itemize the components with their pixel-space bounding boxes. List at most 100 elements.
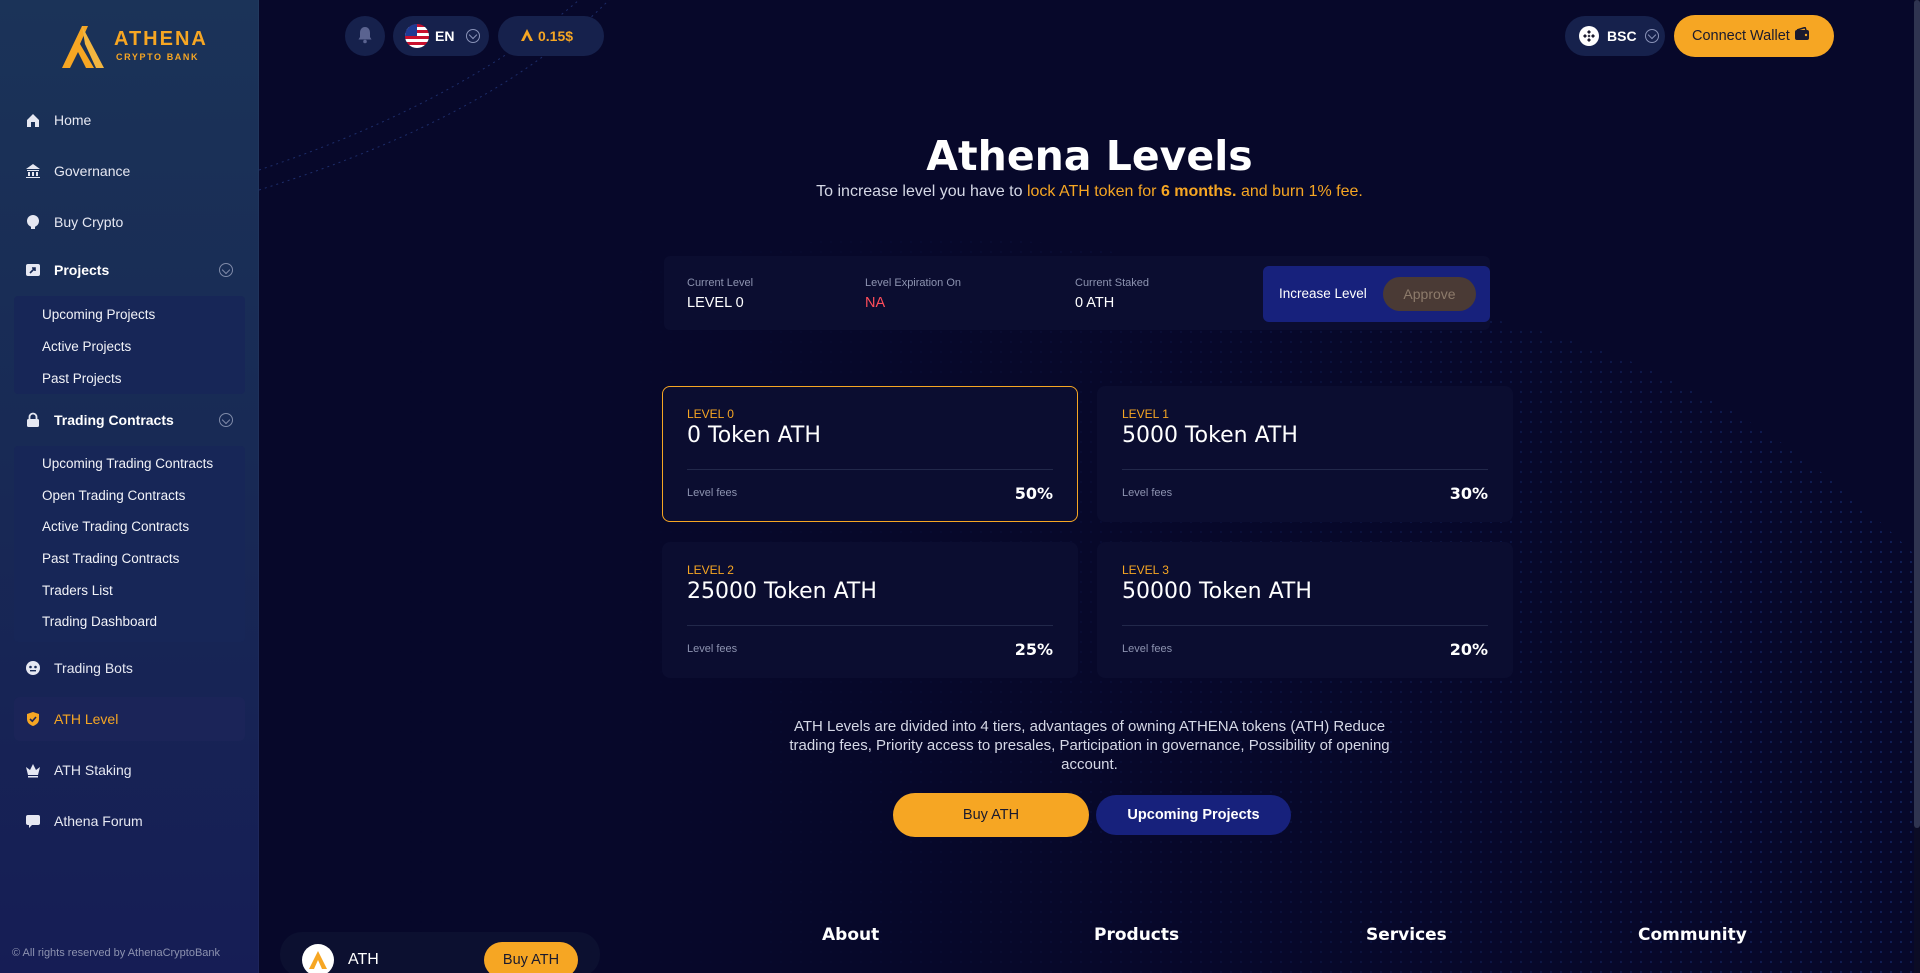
submenu-past-trading-contracts[interactable]: Past Trading Contracts	[42, 551, 179, 566]
connect-wallet-button[interactable]: Connect Wallet	[1674, 15, 1834, 57]
divider	[1122, 469, 1488, 470]
sidebar-item-label: Athena Forum	[54, 813, 143, 829]
level-tokens: 5000 Token ATH	[1122, 423, 1298, 448]
level-fee-label: Level fees	[1122, 487, 1173, 499]
athena-token-icon	[520, 28, 534, 44]
buy-ath-button[interactable]: Buy ATH	[893, 793, 1089, 837]
level-fee-value: 30%	[1449, 484, 1488, 503]
expiration-label: Level Expiration On	[865, 277, 961, 289]
shield-check-icon	[24, 710, 42, 728]
notifications-button[interactable]	[345, 16, 385, 56]
chevron-down-icon[interactable]	[219, 413, 233, 427]
levels-info: ATH Levels are divided into 4 tiers, adv…	[259, 717, 1920, 774]
approve-button[interactable]: Approve	[1383, 277, 1476, 311]
sidebar: ATHENA CRYPTO BANK Home Governance Buy C…	[0, 0, 259, 973]
brand-tagline: CRYPTO BANK	[116, 52, 200, 62]
sidebar-item-label: ATH Level	[54, 711, 119, 727]
bot-icon	[24, 659, 42, 677]
page-title: Athena Levels	[926, 132, 1253, 180]
ath-token-logo-icon	[302, 944, 334, 973]
chat-icon	[24, 812, 42, 830]
language-selector[interactable]: EN	[393, 16, 489, 56]
wallet-icon	[1794, 26, 1810, 45]
footer-heading-about: About	[822, 925, 880, 945]
submenu-upcoming-trading-contracts[interactable]: Upcoming Trading Contracts	[42, 456, 213, 471]
level-fee-label: Level fees	[1122, 643, 1173, 655]
submenu-active-trading-contracts[interactable]: Active Trading Contracts	[42, 519, 189, 534]
level-card[interactable]: LEVEL 0 0 Token ATH Level fees 50%	[662, 386, 1078, 522]
upcoming-projects-button[interactable]: Upcoming Projects	[1096, 795, 1291, 835]
current-staked-label: Current Staked	[1075, 277, 1149, 289]
app-root: ATHENA CRYPTO BANK Home Governance Buy C…	[0, 0, 1920, 973]
sidebar-item-governance[interactable]: Governance	[14, 149, 245, 193]
current-staked-value: 0 ATH	[1075, 295, 1115, 311]
scrollbar-thumb[interactable]	[1914, 0, 1920, 828]
network-label: BSC	[1607, 28, 1637, 44]
submenu-past-projects[interactable]: Past Projects	[42, 371, 122, 386]
sidebar-item-label: Projects	[54, 262, 110, 278]
submenu-upcoming-projects[interactable]: Upcoming Projects	[42, 307, 155, 322]
sidebar-item-buy-crypto[interactable]: Buy Crypto	[14, 200, 245, 244]
sidebar-item-label: Trading Contracts	[54, 412, 174, 428]
level-fee-value: 20%	[1449, 640, 1488, 659]
sidebar-item-athena-forum[interactable]: Athena Forum	[14, 799, 245, 843]
crown-icon	[24, 761, 42, 779]
expiration-value: NA	[865, 295, 886, 311]
level-card[interactable]: LEVEL 3 50000 Token ATH Level fees 20%	[1097, 542, 1513, 678]
subtitle-period: 6 months.	[1160, 183, 1237, 200]
level-fee-label: Level fees	[687, 643, 738, 655]
us-flag-icon	[405, 24, 429, 48]
chevron-down-icon	[1644, 29, 1659, 43]
chevron-down-icon	[466, 29, 481, 43]
submenu-active-projects[interactable]: Active Projects	[42, 339, 131, 354]
level-name: LEVEL 1	[1122, 407, 1169, 421]
chevron-down-icon[interactable]	[219, 263, 233, 277]
level-tokens: 25000 Token ATH	[687, 579, 877, 604]
submenu-trading-dashboard[interactable]: Trading Dashboard	[42, 614, 157, 629]
level-fee-value: 25%	[1014, 640, 1053, 659]
ath-token-widget: ATH Buy ATH	[280, 932, 600, 973]
footer-heading-products: Products	[1094, 925, 1180, 945]
sidebar-item-projects[interactable]: Projects	[14, 248, 245, 292]
brand-logo[interactable]: ATHENA CRYPTO BANK	[58, 22, 208, 72]
divider	[687, 469, 1053, 470]
sidebar-item-trading-contracts[interactable]: Trading Contracts	[14, 398, 245, 442]
subtitle-burn: and burn 1% fee.	[1240, 183, 1363, 200]
subtitle-lock: lock ATH token for	[1026, 183, 1157, 200]
projects-submenu: Upcoming Projects Active Projects Past P…	[14, 296, 245, 394]
sidebar-item-trading-bots[interactable]: Trading Bots	[14, 646, 245, 690]
sidebar-item-home[interactable]: Home	[14, 98, 245, 142]
level-name: LEVEL 2	[687, 563, 734, 577]
projects-icon	[24, 261, 42, 279]
bell-icon	[357, 26, 373, 47]
sidebar-item-label: Home	[54, 112, 92, 128]
level-card[interactable]: LEVEL 2 25000 Token ATH Level fees 25%	[662, 542, 1078, 678]
network-selector[interactable]: BSC	[1565, 16, 1665, 56]
level-name: LEVEL 0	[687, 407, 734, 421]
scrollbar-track[interactable]	[1914, 0, 1920, 973]
sidebar-item-ath-level[interactable]: ATH Level	[14, 697, 245, 741]
submenu-traders-list[interactable]: Traders List	[42, 583, 113, 598]
token-price[interactable]: 0.15$	[498, 16, 604, 56]
footer-heading-community: Community	[1638, 925, 1747, 945]
submenu-open-trading-contracts[interactable]: Open Trading Contracts	[42, 488, 185, 503]
level-tokens: 50000 Token ATH	[1122, 579, 1312, 604]
increase-level-box: Increase Level Approve	[1263, 266, 1490, 322]
sidebar-item-label: Governance	[54, 163, 131, 179]
footer-buy-ath-button[interactable]: Buy ATH	[484, 942, 578, 973]
brand-name: ATHENA	[114, 28, 208, 50]
levels-info-text: ATH Levels are divided into 4 tiers, adv…	[789, 718, 1390, 773]
language-label: EN	[435, 28, 455, 44]
connect-wallet-label: Connect Wallet	[1692, 28, 1790, 44]
bank-icon	[24, 162, 42, 180]
level-card[interactable]: LEVEL 1 5000 Token ATH Level fees 30%	[1097, 386, 1513, 522]
trading-contracts-submenu: Upcoming Trading Contracts Open Trading …	[14, 446, 245, 642]
current-level-label: Current Level	[687, 277, 754, 289]
home-icon	[24, 111, 42, 129]
lock-icon	[24, 411, 42, 429]
sidebar-item-label: ATH Staking	[54, 762, 132, 778]
level-name: LEVEL 3	[1122, 563, 1169, 577]
level-fee-value: 50%	[1014, 484, 1053, 503]
level-tokens: 0 Token ATH	[687, 423, 821, 448]
sidebar-item-ath-staking[interactable]: ATH Staking	[14, 748, 245, 792]
